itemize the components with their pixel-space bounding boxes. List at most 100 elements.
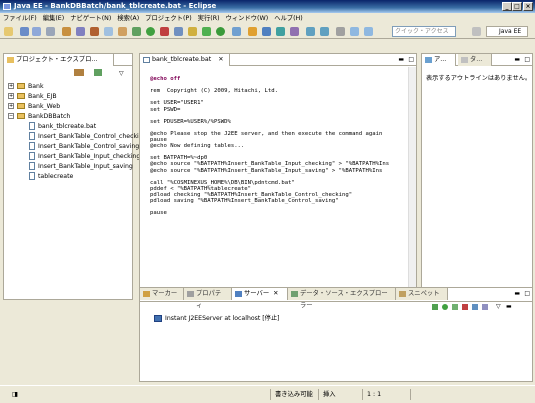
menu-navigate[interactable]: ナビゲート(N) xyxy=(67,13,114,24)
minimize-view-icon[interactable]: ▬ xyxy=(514,290,520,297)
tree-label: Insert_BankTable_Control_saving xyxy=(38,143,140,150)
maximize-view-icon[interactable]: □ xyxy=(408,56,414,63)
tree-label: bank_tblcreate.bat xyxy=(38,123,97,130)
publish-icon[interactable] xyxy=(472,304,478,310)
new-class-icon[interactable] xyxy=(276,27,285,36)
stop-icon[interactable] xyxy=(160,27,169,36)
fast-view-icon[interactable]: ◨ xyxy=(8,389,18,400)
main-toolbar: クイック・アクセス Java EE xyxy=(0,24,535,39)
editor-vertical-scrollbar[interactable] xyxy=(408,67,416,292)
menu-help[interactable]: ヘルプ(H) xyxy=(271,13,306,24)
expand-icon[interactable]: + xyxy=(8,83,14,89)
debug-server-icon[interactable] xyxy=(432,304,438,310)
project-explorer-view: プロジェクト・エクスプロ... ▽ + Bank + Bank_EJB + Ba… xyxy=(3,53,143,300)
search-icon[interactable] xyxy=(104,27,113,36)
tab-servers[interactable]: サーバー ✕ xyxy=(232,288,288,300)
tab-snippets[interactable]: スニペット xyxy=(396,288,448,300)
menu-project[interactable]: プロジェクト(P) xyxy=(142,13,195,24)
maximize-view-icon[interactable]: □ xyxy=(524,56,530,63)
project-icon xyxy=(17,103,25,109)
servers-icon xyxy=(235,291,242,297)
run-icon[interactable] xyxy=(146,27,155,36)
bottom-tab-bar: マーカー プロパティ サーバー ✕ データ・ソース・エクスプローラー スニペット… xyxy=(140,288,532,309)
tab-task-list-label: タ... xyxy=(470,56,483,63)
new-icon[interactable] xyxy=(4,27,13,36)
close-tab-icon[interactable]: ✕ xyxy=(273,290,278,297)
new-server-icon[interactable] xyxy=(76,27,85,36)
external-tools-icon[interactable] xyxy=(232,27,241,36)
code-line-8: set PDUSER=%USER%/%PSWD% xyxy=(150,118,231,125)
open-perspective-icon[interactable] xyxy=(290,27,299,36)
tab-task-list[interactable]: タ... xyxy=(458,54,492,66)
code-line-10: @echo Please stop the J2EE server, and t… xyxy=(150,130,383,137)
maximize-button[interactable]: □ xyxy=(512,2,522,11)
start-server-icon[interactable] xyxy=(202,27,211,36)
menu-run[interactable]: 実行(R) xyxy=(195,13,223,24)
open-type-icon[interactable] xyxy=(62,27,71,36)
debug-icon[interactable] xyxy=(132,27,141,36)
tab-properties[interactable]: プロパティ xyxy=(184,288,232,309)
tab-markers[interactable]: マーカー xyxy=(140,288,184,300)
server-icon[interactable] xyxy=(174,27,183,36)
start-server-icon[interactable] xyxy=(442,304,448,310)
code-editor[interactable]: @echo off rem Copyright (C) 2009, Hitach… xyxy=(140,67,406,312)
save-icon[interactable] xyxy=(20,27,29,36)
file-icon xyxy=(29,152,35,160)
last-edit-icon[interactable] xyxy=(336,27,345,36)
quick-access-input[interactable]: クイック・アクセス xyxy=(392,26,456,37)
tab-project-explorer[interactable]: プロジェクト・エクスプロ... xyxy=(4,54,114,66)
project-icon xyxy=(17,93,25,99)
collapse-all-icon[interactable] xyxy=(74,69,84,76)
maximize-view-icon[interactable]: □ xyxy=(524,290,530,297)
collapse-icon[interactable]: − xyxy=(8,113,14,119)
profile-server-icon[interactable] xyxy=(452,304,458,310)
prev-annotation-icon[interactable] xyxy=(320,27,329,36)
view-menu-icon[interactable]: ▽ xyxy=(496,303,501,310)
tab-bank-tblcreate[interactable]: bank_tblcreate.bat ✕ xyxy=(140,54,230,66)
close-tab-icon[interactable]: ✕ xyxy=(218,56,223,63)
minimize-view-icon[interactable]: ▬ xyxy=(514,56,520,63)
next-annotation-icon[interactable] xyxy=(306,27,315,36)
minimize-button[interactable]: _ xyxy=(502,2,512,11)
javaee-perspective-button[interactable]: Java EE xyxy=(486,26,528,37)
close-button[interactable]: × xyxy=(523,2,533,11)
menu-window[interactable]: ウィンドウ(W) xyxy=(223,13,272,24)
stop-server-icon[interactable] xyxy=(462,304,468,310)
menu-bar: ファイル(F) 編集(E) ナビゲート(N) 検索(A) プロジェクト(P) 実行(R) ウ… xyxy=(0,13,535,24)
forward-icon[interactable] xyxy=(364,27,373,36)
minimize-panel-icon[interactable]: ▬ xyxy=(506,303,512,310)
run-as-icon[interactable] xyxy=(216,27,225,36)
open-perspective-button-icon[interactable] xyxy=(472,27,481,36)
link-editor-icon[interactable] xyxy=(94,69,102,76)
tab-outline[interactable]: ア... xyxy=(422,54,456,66)
tab-servers-label: サーバー xyxy=(244,290,270,297)
task-list-icon xyxy=(461,57,468,63)
snippets-icon xyxy=(399,291,406,297)
save-all-icon[interactable] xyxy=(32,27,41,36)
bat-file-icon xyxy=(29,122,35,130)
menu-search[interactable]: 検索(A) xyxy=(114,13,142,24)
back-icon[interactable] xyxy=(350,27,359,36)
workbench: プロジェクト・エクスプロ... ▽ + Bank + Bank_EJB + Ba… xyxy=(0,39,535,385)
expand-icon[interactable]: + xyxy=(8,93,14,99)
outline-empty-message: 表示するアウトラインはありません。 xyxy=(426,75,532,82)
status-empty xyxy=(410,389,440,400)
menu-file[interactable]: ファイル(F) xyxy=(0,13,40,24)
tree-label: Bank_EJB xyxy=(28,93,57,100)
build-icon[interactable] xyxy=(90,27,99,36)
view-menu-icon[interactable]: ▽ xyxy=(119,70,124,77)
menu-edit[interactable]: 編集(E) xyxy=(40,13,68,24)
deploy-icon[interactable] xyxy=(188,27,197,36)
code-line-18: call "%COSMINEXUS_HOME%\DB\BIN\pdntcmd.b… xyxy=(150,179,295,186)
open-task-icon[interactable] xyxy=(118,27,127,36)
minimize-view-icon[interactable]: ▬ xyxy=(398,56,404,63)
code-line-12: @echo Now defining tables... xyxy=(150,143,245,150)
new-java-project-icon[interactable] xyxy=(248,27,257,36)
clean-icon[interactable] xyxy=(482,304,488,310)
project-icon xyxy=(17,113,25,119)
print-icon[interactable] xyxy=(46,27,55,36)
expand-icon[interactable]: + xyxy=(8,103,14,109)
new-package-icon[interactable] xyxy=(262,27,271,36)
status-bar: ◨ 書き込み可能 挿入 1 : 1 xyxy=(0,385,535,403)
tab-data-source-explorer[interactable]: データ・ソース・エクスプローラー xyxy=(288,288,396,309)
